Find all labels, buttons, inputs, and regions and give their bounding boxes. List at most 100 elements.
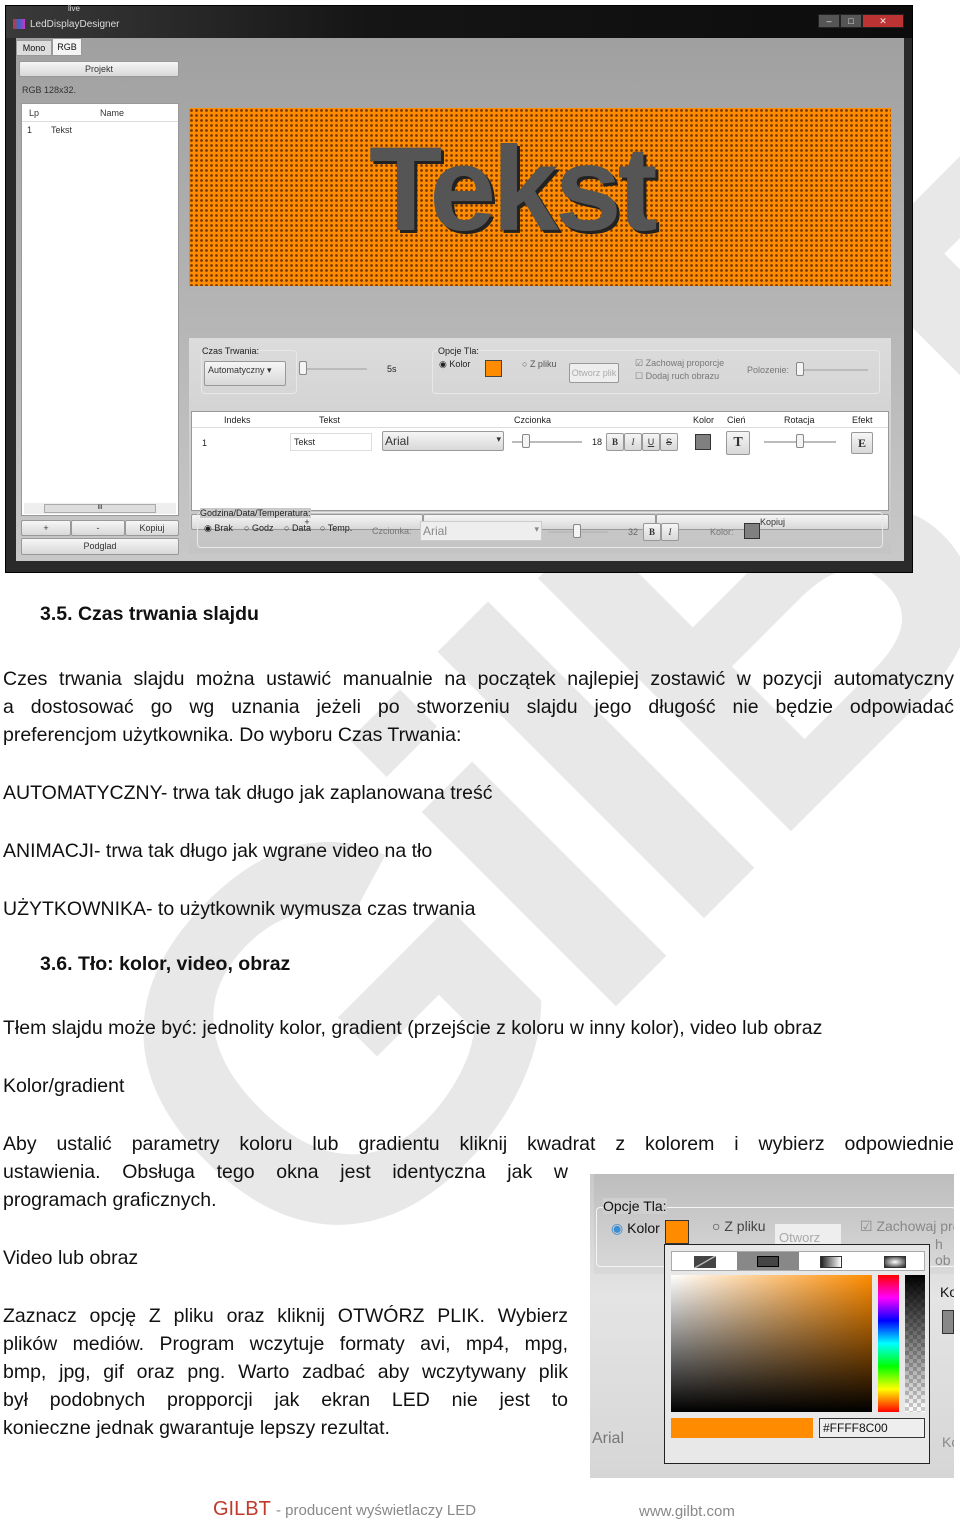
- gdt-bold-button[interactable]: B: [643, 523, 661, 541]
- chevron-down-icon: ▾: [534, 524, 539, 534]
- footer-url[interactable]: www.gilbt.com: [639, 1503, 735, 1520]
- gdt-color-swatch[interactable]: [744, 523, 760, 539]
- rotation-thumb[interactable]: [796, 434, 804, 448]
- picker-kolor-radio[interactable]: ◉ Kolor: [611, 1220, 660, 1237]
- paragraph-line: Zaznacz opcję Z pliku oraz kliknij OTWÓR…: [3, 1305, 568, 1327]
- gdt-kolor-label: Kolor:: [710, 527, 734, 537]
- tab-mono[interactable]: Mono: [16, 40, 52, 56]
- gdt-italic-button[interactable]: I: [661, 523, 679, 541]
- shadow-button[interactable]: T: [726, 431, 750, 455]
- remove-slide-button[interactable]: -: [71, 520, 125, 536]
- gdt-size-value: 32: [628, 527, 639, 537]
- hue-slider[interactable]: [878, 1275, 899, 1412]
- row-indeks: 1: [202, 438, 208, 448]
- picker-dodaj-label: h ob: [935, 1236, 951, 1268]
- tab-rgb[interactable]: RGB: [52, 38, 82, 56]
- czas-select[interactable]: Automatyczny ▾: [204, 361, 286, 386]
- picker-zachowaj-checkbox[interactable]: ☑ Zachowaj pro: [860, 1218, 954, 1235]
- no-brush-icon[interactable]: [694, 1256, 716, 1268]
- section-heading-3-6: 3.6. Tło: kolor, video, obraz: [40, 953, 291, 975]
- font-select[interactable]: Arial ▾: [382, 431, 504, 451]
- footer-logo: GILBT: [213, 1498, 271, 1520]
- paragraph-line: a dostosować go wg uznania jeżeli po stw…: [3, 696, 954, 718]
- dodaj-checkbox[interactable]: ☐ Dodaj ruch obrazu: [635, 371, 719, 382]
- hex-color-input[interactable]: #FFFF8C00: [819, 1418, 925, 1438]
- solid-brush-tab[interactable]: [737, 1252, 799, 1270]
- list-line: AUTOMATYCZNY- trwa tak długo jak zaplano…: [3, 782, 493, 804]
- radio-brak[interactable]: ◉ Brak: [204, 523, 233, 534]
- polozenie-slider[interactable]: [798, 369, 868, 371]
- minimize-button[interactable]: –: [818, 14, 840, 28]
- item-name: Tekst: [51, 125, 73, 135]
- kolor-radio-label: Kolor: [449, 359, 471, 369]
- close-button[interactable]: ✕: [862, 14, 904, 28]
- saturation-value-area[interactable]: [671, 1275, 872, 1412]
- radio-temp[interactable]: ○ Temp.: [320, 523, 352, 533]
- add-slide-button[interactable]: +: [21, 520, 71, 536]
- picker-color-swatch[interactable]: [665, 1220, 689, 1244]
- italic-button[interactable]: I: [624, 433, 642, 451]
- czas-value: 5s: [387, 364, 397, 374]
- czas-select-value: Automatyczny: [208, 365, 265, 375]
- linear-gradient-icon[interactable]: [820, 1256, 842, 1268]
- maximize-button[interactable]: □: [840, 14, 862, 28]
- czas-slider[interactable]: [302, 368, 367, 370]
- col-cien: Cień: [727, 415, 746, 425]
- preview-text: Tekst: [369, 122, 658, 256]
- zachowaj-checkbox[interactable]: ☑ Zachowaj proporcje: [635, 358, 724, 369]
- list-line: ANIMACJI- trwa tak długo jak wgrane vide…: [3, 840, 433, 862]
- col-rotacja: Rotacja: [784, 415, 815, 425]
- copy-slide-button[interactable]: Kopiuj: [125, 520, 179, 536]
- color-picker-screenshot: Opcje Tla: ◉ Kolor ○ Z pliku Otworz plik…: [590, 1174, 954, 1478]
- bold-button[interactable]: B: [606, 433, 624, 451]
- brush-type-tabs: [671, 1251, 925, 1271]
- dodaj-label: Dodaj ruch obrazu: [645, 371, 720, 381]
- color-picker-popup: #FFFF8C00: [664, 1244, 930, 1464]
- picker-zpliku-radio[interactable]: ○ Z pliku: [712, 1218, 766, 1234]
- col-name: Name: [100, 108, 125, 118]
- underline-button[interactable]: U: [642, 433, 660, 451]
- picker-ko-label-2: Ko: [942, 1434, 954, 1450]
- gdt-font-select[interactable]: Arial ▾: [420, 521, 542, 541]
- text-input[interactable]: Tekst: [290, 433, 372, 451]
- radio-data[interactable]: ○ Data: [284, 523, 311, 533]
- paragraph-line: Tłem slajdu może być: jednolity kolor, g…: [3, 1017, 823, 1039]
- footer-brand: GILBT - producent wyświetlaczy LED: [213, 1498, 476, 1521]
- list-item[interactable]: 1 Tekst: [22, 124, 178, 138]
- radio-brak-label: Brak: [214, 523, 233, 533]
- czas-slider-thumb[interactable]: [299, 361, 307, 375]
- zachowaj-label: Zachowaj proporcje: [645, 358, 725, 368]
- app-icon: [13, 19, 25, 29]
- app-window: live LedDisplayDesigner – □ ✕ Mono RGB P…: [5, 4, 913, 573]
- paragraph-line: plików mediów. Program wczytuje formaty …: [3, 1333, 568, 1355]
- scroll-thumb[interactable]: III: [44, 504, 156, 513]
- list-line: UŻYTKOWNIKA- to użytkownik wymusza czas …: [3, 898, 476, 920]
- strikethrough-button[interactable]: S: [660, 433, 678, 451]
- radio-godz[interactable]: ○ Godz: [244, 523, 273, 533]
- col-tekst: Tekst: [319, 415, 341, 425]
- text-grid: Indeks Tekst Czcionka Kolor Cień Rotacja…: [191, 411, 889, 511]
- zpliku-radio[interactable]: ○ Z pliku: [522, 359, 556, 369]
- opcje-tla-group: Opcje Tla: ◉ Kolor ○ Z pliku Otworz plik…: [432, 346, 880, 394]
- bg-color-swatch[interactable]: [485, 360, 502, 377]
- otworz-plik-button[interactable]: Otworz plik: [569, 363, 619, 383]
- picker-zpliku-label: Z pliku: [724, 1218, 766, 1234]
- picker-arial-label: Arial: [592, 1430, 625, 1447]
- text-color-swatch[interactable]: [695, 434, 711, 450]
- effect-button[interactable]: E: [851, 432, 873, 454]
- picker-kolor-label: Kolor: [627, 1220, 660, 1236]
- chevron-down-icon: ▾: [496, 434, 501, 444]
- size-slider-thumb[interactable]: [522, 434, 530, 448]
- radial-gradient-icon[interactable]: [884, 1256, 906, 1268]
- item-lp: 1: [27, 125, 33, 135]
- horizontal-scrollbar[interactable]: III: [24, 503, 176, 514]
- projekt-button[interactable]: Projekt: [19, 61, 179, 77]
- radio-data-label: Data: [291, 523, 311, 533]
- podglad-button[interactable]: Podglad: [21, 538, 179, 555]
- gdt-size-thumb[interactable]: [573, 524, 581, 538]
- alpha-slider[interactable]: [905, 1275, 925, 1412]
- paragraph-line: Aby ustalić parametry koloru lub gradien…: [3, 1133, 954, 1155]
- polozenie-thumb[interactable]: [796, 362, 804, 376]
- zpliku-label: Z pliku: [529, 359, 557, 369]
- kolor-radio[interactable]: ◉ Kolor: [439, 359, 470, 370]
